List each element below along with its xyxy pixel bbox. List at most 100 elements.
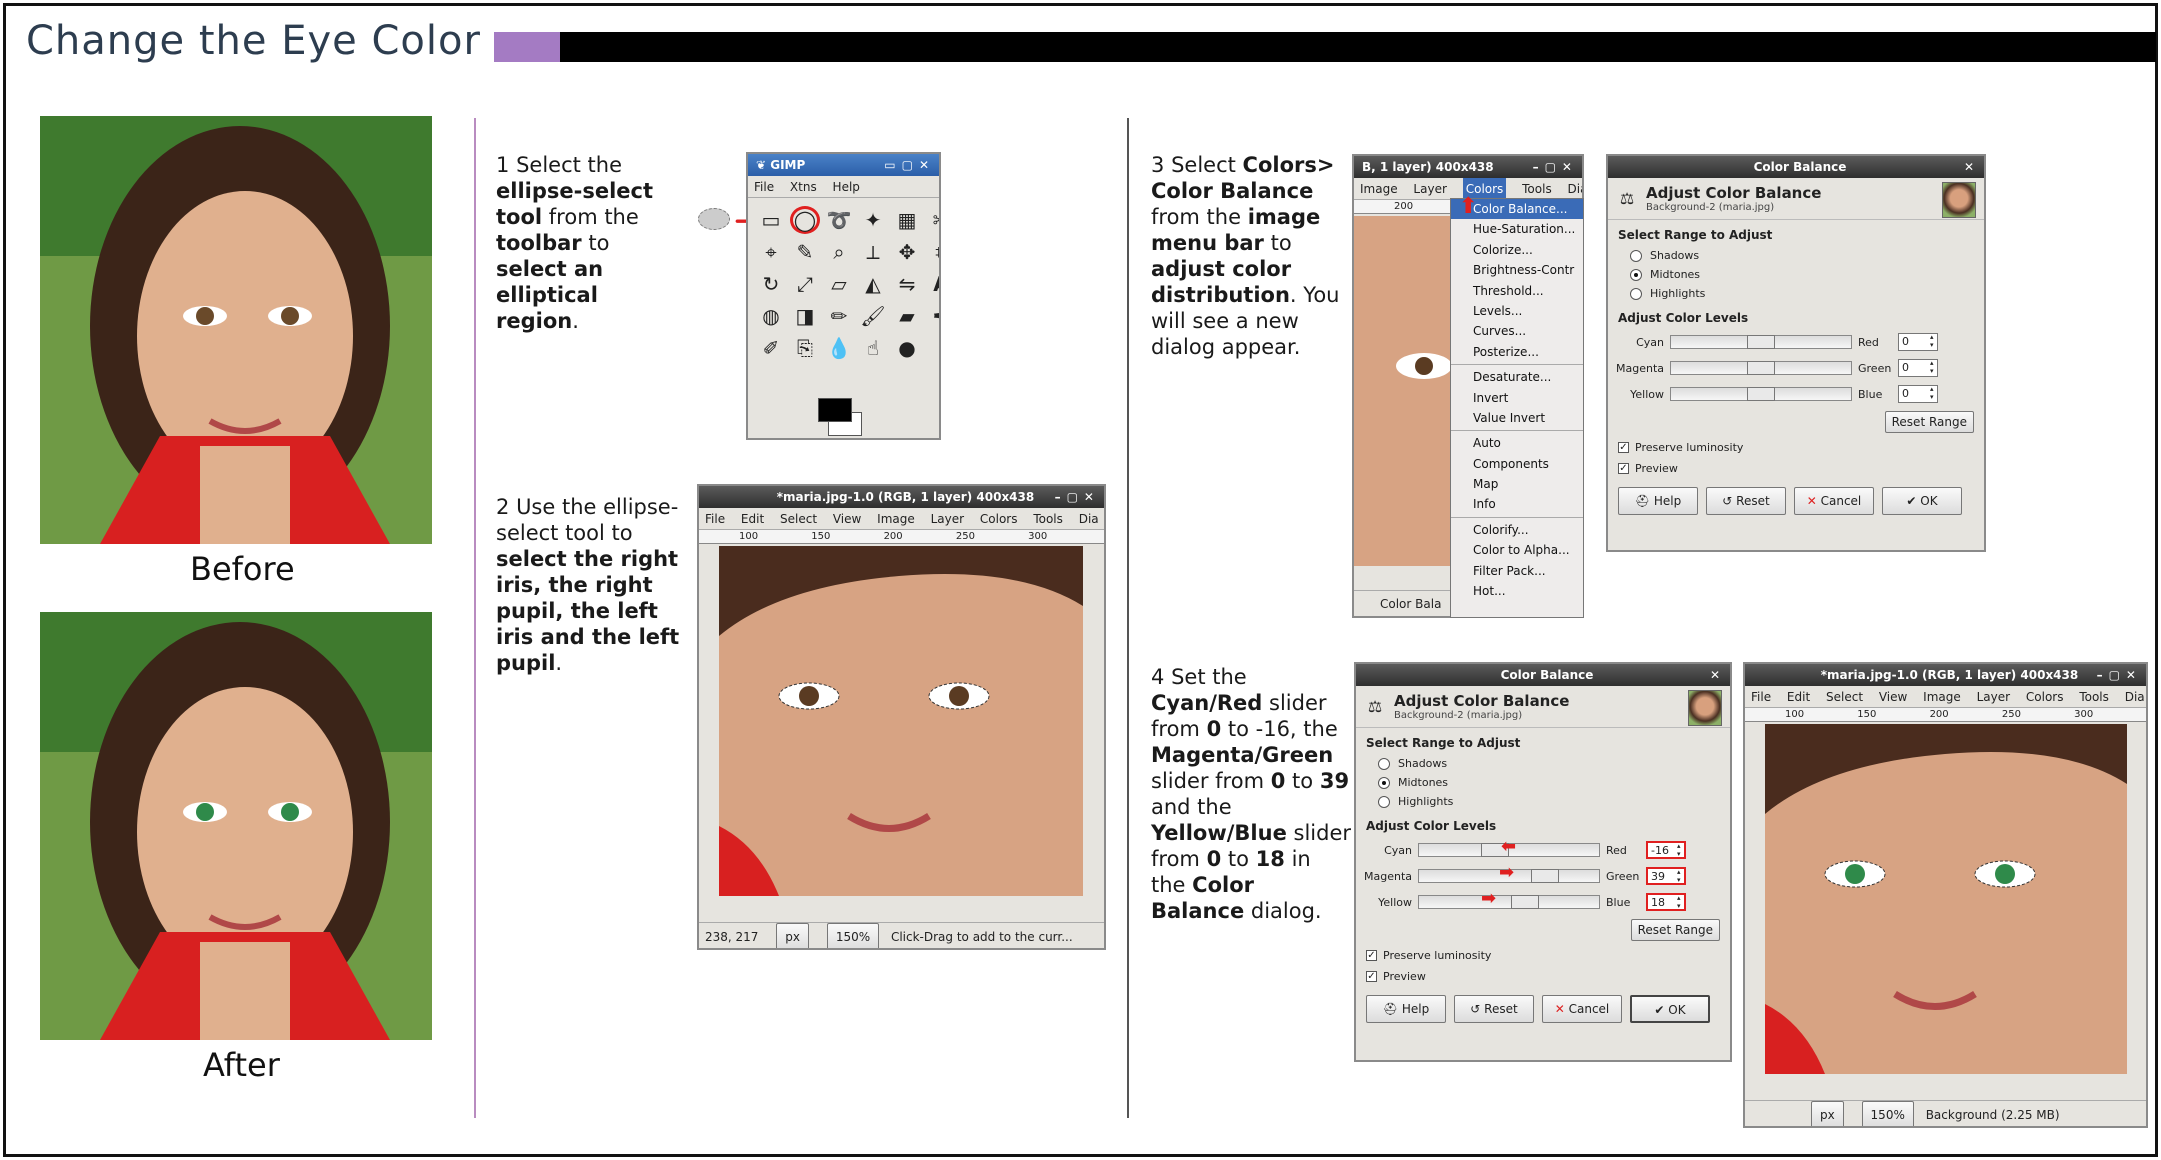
lasso-icon[interactable]: ➰ (824, 206, 854, 234)
menu-item-brightness-contrast[interactable]: Brightness-Contr (1451, 260, 1583, 280)
help-button[interactable]: ⛑ Help (1618, 487, 1698, 515)
blend-icon[interactable]: ◨ (790, 302, 820, 330)
reset-range-button[interactable]: Reset Range (1884, 411, 1974, 433)
smudge-icon[interactable]: ☝ (858, 334, 888, 362)
image-canvas[interactable] (1765, 724, 2127, 1074)
menu-edit[interactable]: Edit (741, 508, 764, 530)
menu-item-components[interactable]: Components (1451, 454, 1583, 474)
preview-checkbox[interactable]: ✓ Preview (1608, 458, 1984, 479)
rect-select-icon[interactable]: ▭ (756, 206, 786, 234)
menu-tools[interactable]: Tools (2079, 686, 2109, 708)
menu-item-value-invert[interactable]: Value Invert (1451, 408, 1583, 428)
help-button[interactable]: ⛑ Help (1366, 995, 1446, 1023)
red-value-input[interactable]: -16 (1646, 841, 1686, 859)
menu-colors[interactable]: Colors (2026, 686, 2064, 708)
cyan-red-slider[interactable]: ⬅ (1418, 836, 1600, 857)
yellow-blue-slider[interactable] (1670, 387, 1852, 401)
image-canvas[interactable] (719, 546, 1083, 896)
radio-highlights[interactable]: Highlights (1356, 792, 1730, 811)
menu-image[interactable]: Image (877, 508, 915, 530)
menu-item-map[interactable]: Map (1451, 474, 1583, 494)
menu-item-info[interactable]: Info (1451, 494, 1583, 514)
radio-midtones[interactable]: Midtones (1356, 773, 1730, 792)
blur-icon[interactable]: 💧 (824, 334, 854, 362)
menu-item-hot[interactable]: Hot... (1451, 581, 1583, 601)
cyan-red-slider[interactable] (1670, 335, 1852, 349)
menu-item-invert[interactable]: Invert (1451, 388, 1583, 408)
close-icon[interactable]: ✕ (1964, 156, 1980, 178)
menu-dialogs[interactable]: Dia (1079, 508, 1099, 530)
reset-button[interactable]: ↺ Reset (1454, 995, 1534, 1023)
menu-tools[interactable]: Tools (1033, 508, 1063, 530)
magenta-green-slider[interactable] (1670, 361, 1852, 375)
perspective-icon[interactable]: ◭ (858, 270, 888, 298)
menu-item-color-to-alpha[interactable]: Color to Alpha... (1451, 540, 1583, 560)
menu-item-threshold[interactable]: Threshold... (1451, 281, 1583, 301)
menu-image[interactable]: Image (1360, 178, 1398, 200)
menu-item-auto[interactable]: Auto (1451, 433, 1583, 453)
scale-icon[interactable]: ⤢ (790, 270, 820, 298)
color-picker-icon[interactable]: ✎ (790, 238, 820, 266)
image-canvas[interactable] (1354, 216, 1454, 566)
menu-edit[interactable]: Edit (1787, 686, 1810, 708)
menu-item-levels[interactable]: Levels... (1451, 301, 1583, 321)
dodge-burn-icon[interactable]: ● (892, 334, 922, 362)
window-controls[interactable]: –▢✕ (1055, 486, 1100, 508)
magenta-green-slider[interactable]: ➡ (1418, 862, 1600, 883)
menu-item-filter-pack[interactable]: Filter Pack... (1451, 561, 1583, 581)
fuzzy-select-icon[interactable]: ✦ (858, 206, 888, 234)
preview-checkbox[interactable]: ✓ Preview (1356, 966, 1730, 987)
bucket-fill-icon[interactable]: ◍ (756, 302, 786, 330)
preserve-luminosity-checkbox[interactable]: ✓ Preserve luminosity (1608, 437, 1984, 458)
green-value-input[interactable]: 39 (1646, 867, 1686, 885)
menu-item-posterize[interactable]: Posterize... (1451, 342, 1583, 362)
text-icon[interactable]: A (926, 270, 939, 298)
close-icon[interactable]: ✕ (1710, 664, 1726, 686)
radio-shadows[interactable]: Shadows (1356, 754, 1730, 773)
pencil-icon[interactable]: ✏ (824, 302, 854, 330)
menu-file[interactable]: File (754, 176, 774, 198)
menu-image[interactable]: Image (1923, 686, 1961, 708)
crop-icon[interactable]: ⌗ (926, 238, 939, 266)
menu-dialogs[interactable]: Dia (2125, 686, 2145, 708)
rotate-icon[interactable]: ↻ (756, 270, 786, 298)
unit-dropdown[interactable]: px (1811, 1101, 1844, 1126)
menu-layer[interactable]: Layer (931, 508, 964, 530)
shear-icon[interactable]: ▱ (824, 270, 854, 298)
ink-icon[interactable]: ✐ (756, 334, 786, 362)
ok-button[interactable]: ✔ OK (1882, 487, 1962, 515)
green-value-input[interactable]: 0 (1898, 359, 1938, 377)
ellipse-select-icon[interactable]: ◯ (790, 206, 820, 234)
zoom-dropdown[interactable]: 150% (1861, 1101, 1914, 1126)
menu-layer[interactable]: Layer (1977, 686, 2010, 708)
reset-range-button[interactable]: Reset Range (1630, 919, 1720, 941)
menu-colors[interactable]: Colors (980, 508, 1018, 530)
paintbrush-icon[interactable]: 🖌 (858, 302, 888, 330)
unit-dropdown[interactable]: px (776, 923, 809, 948)
measure-icon[interactable]: ⟂ (858, 238, 888, 266)
color-select-icon[interactable]: ▦ (892, 206, 922, 234)
preserve-luminosity-checkbox[interactable]: ✓ Preserve luminosity (1356, 945, 1730, 966)
zoom-dropdown[interactable]: 150% (826, 923, 880, 948)
blue-value-input[interactable]: 0 (1898, 385, 1938, 403)
window-controls[interactable]: –▢✕ (2097, 664, 2142, 686)
menu-view[interactable]: View (1879, 686, 1907, 708)
reset-button[interactable]: ↺ Reset (1706, 487, 1786, 515)
menu-select[interactable]: Select (1826, 686, 1863, 708)
radio-midtones[interactable]: Midtones (1608, 265, 1984, 284)
menu-item-colorify[interactable]: Colorify... (1451, 520, 1583, 540)
move-icon[interactable]: ✥ (892, 238, 922, 266)
menu-item-colorize[interactable]: Colorize... (1451, 240, 1583, 260)
window-controls[interactable]: –▢✕ (1533, 156, 1578, 178)
cancel-button[interactable]: ✕ Cancel (1542, 995, 1622, 1023)
radio-shadows[interactable]: Shadows (1608, 246, 1984, 265)
menu-dialogs[interactable]: Dia (1568, 178, 1582, 200)
yellow-blue-slider[interactable]: ➡ (1418, 888, 1600, 909)
clone-icon[interactable]: ⎘ (790, 334, 820, 362)
scissors-icon[interactable]: ✂ (926, 206, 939, 234)
menu-item-desaturate[interactable]: Desaturate... (1451, 367, 1583, 387)
radio-highlights[interactable]: Highlights (1608, 284, 1984, 303)
menu-item-curves[interactable]: Curves... (1451, 321, 1583, 341)
menu-select[interactable]: Select (780, 508, 817, 530)
menu-tools[interactable]: Tools (1522, 178, 1552, 200)
